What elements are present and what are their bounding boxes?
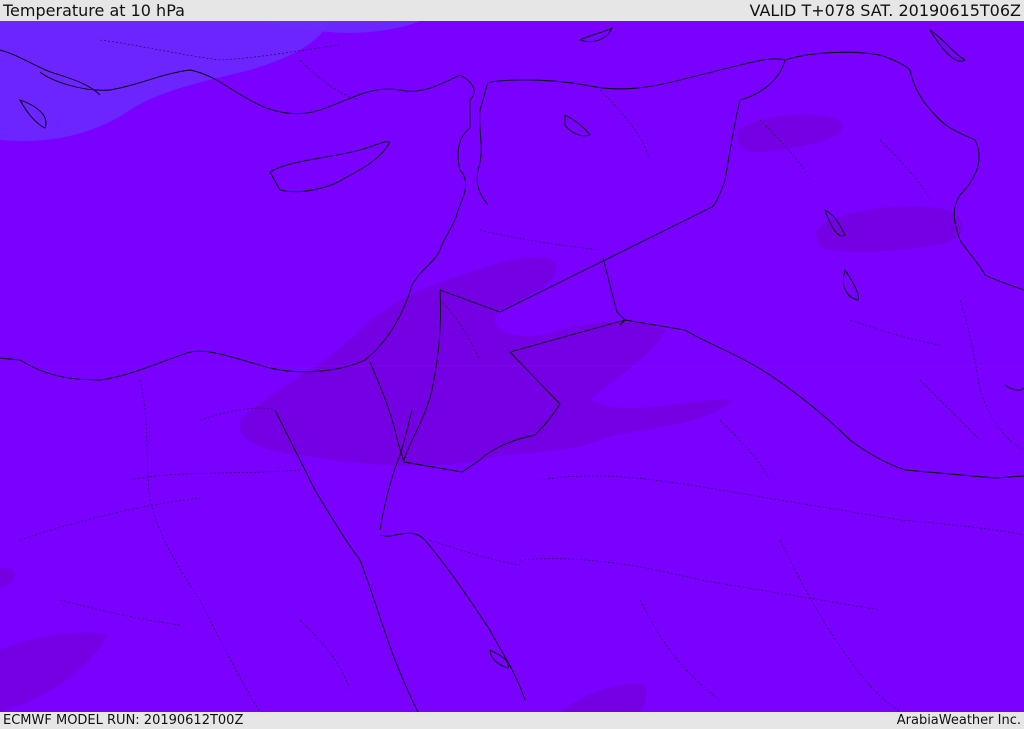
temperature-map[interactable] (0, 21, 1024, 712)
model-run-label: ECMWF MODEL RUN: 20190612T00Z (3, 713, 244, 728)
map-canvas (0, 21, 1024, 712)
header-bar: Temperature at 10 hPa VALID T+078 SAT. 2… (0, 0, 1024, 21)
footer-bar: ECMWF MODEL RUN: 20190612T00Z ArabiaWeat… (0, 712, 1024, 729)
valid-time-label: VALID T+078 SAT. 20190615T06Z (749, 1, 1021, 20)
credit-label: ArabiaWeather Inc. (896, 713, 1021, 728)
map-title: Temperature at 10 hPa (3, 1, 185, 20)
